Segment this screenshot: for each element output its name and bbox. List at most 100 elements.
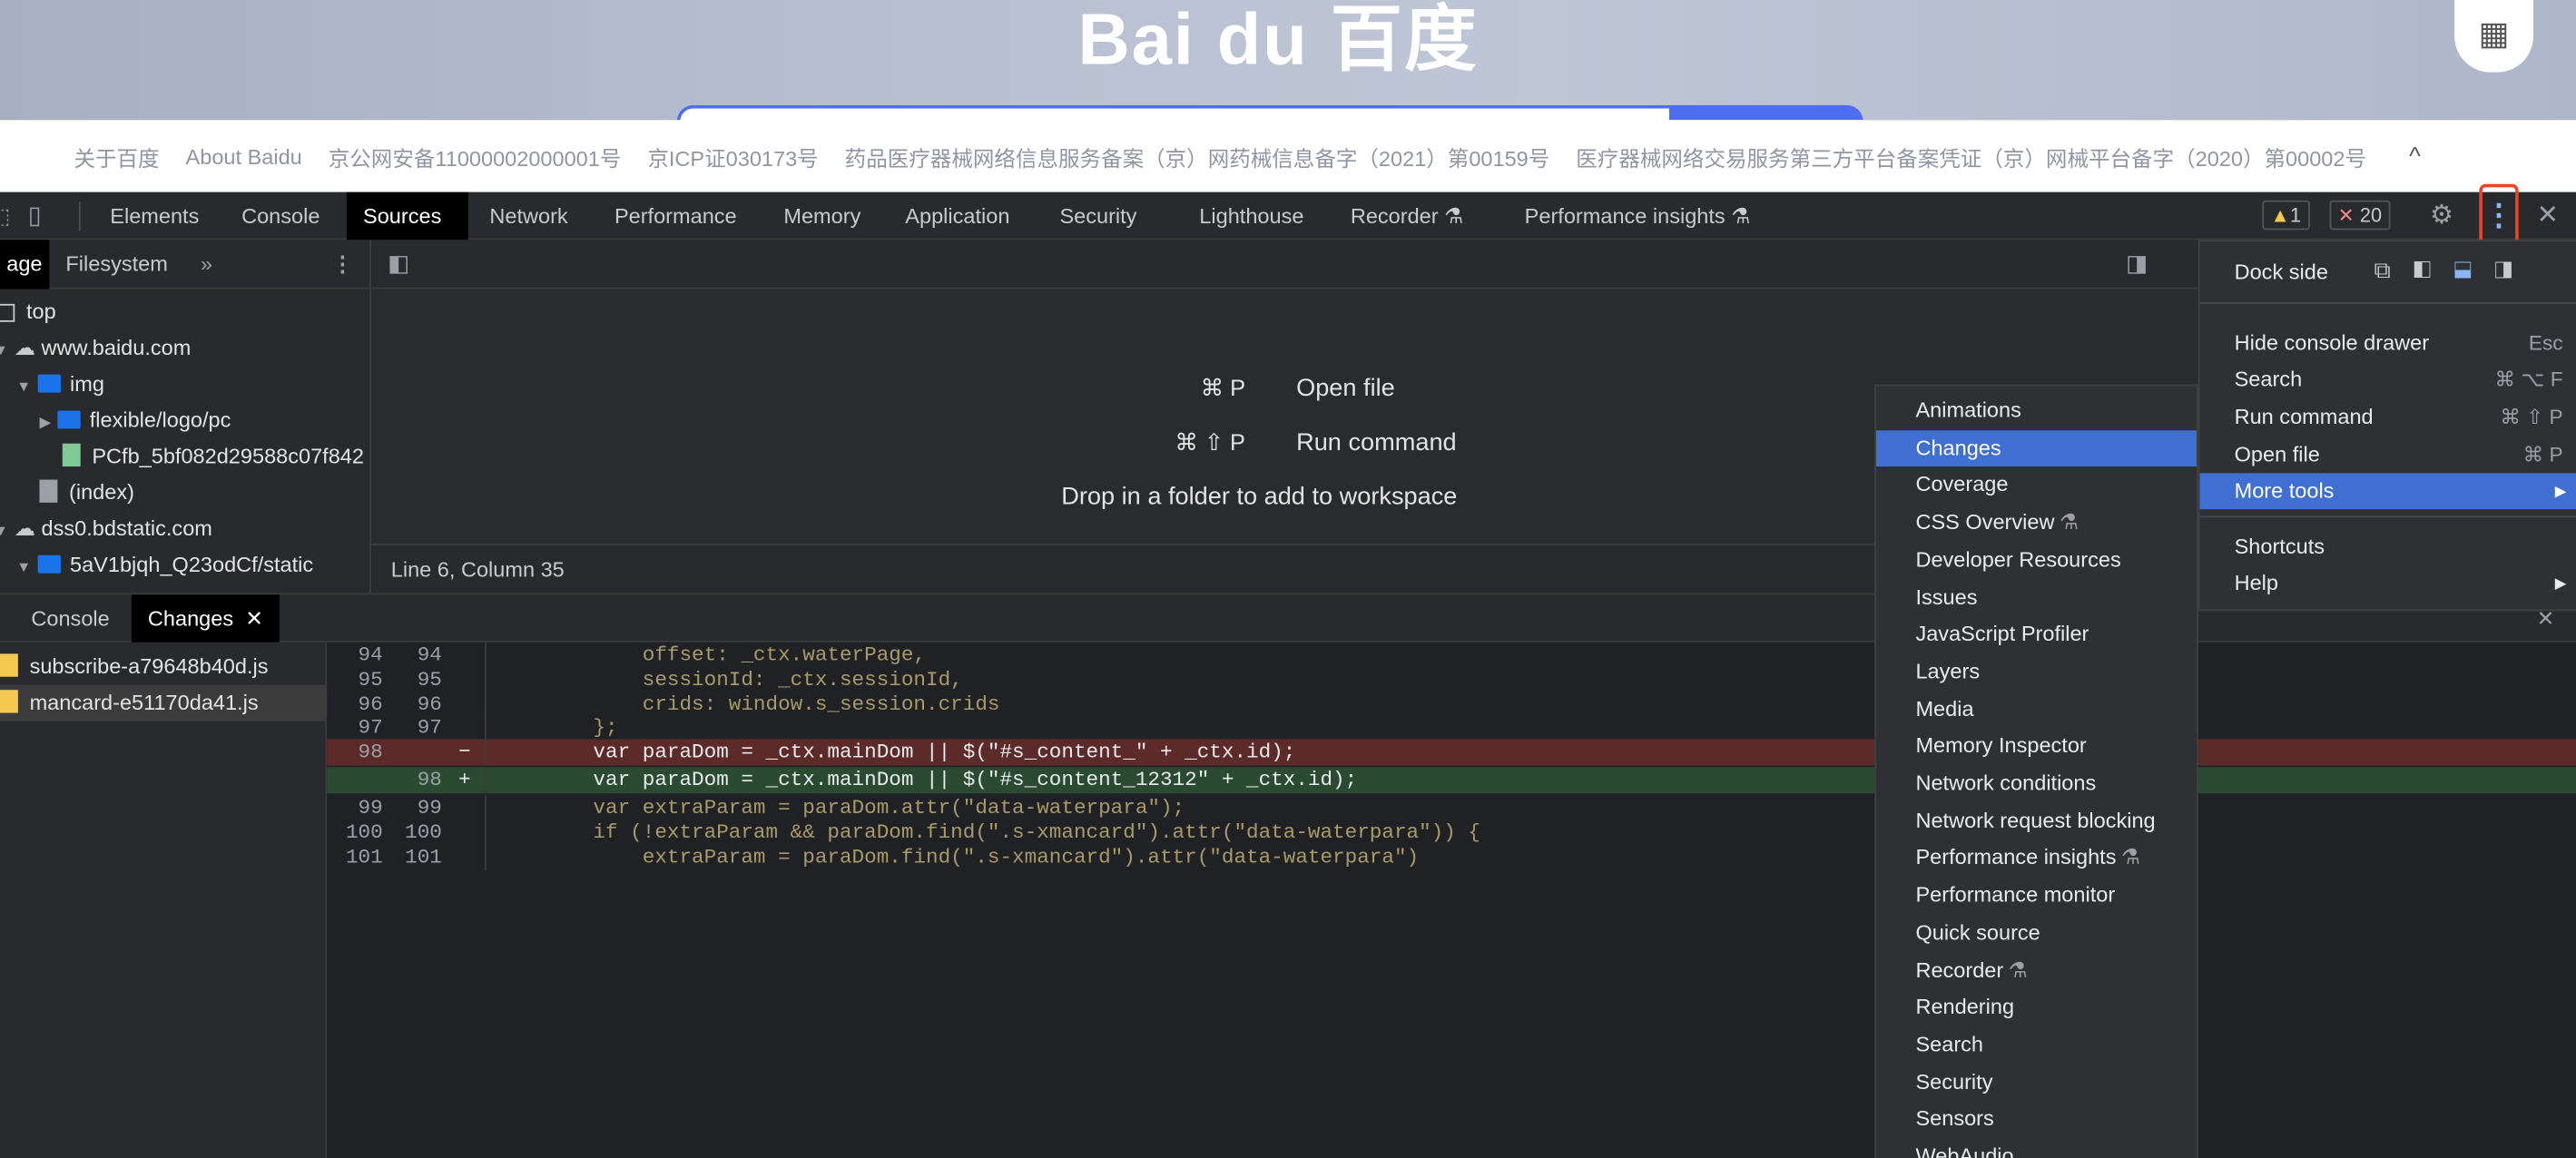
footer-link[interactable]: About Baidu: [186, 143, 302, 168]
submenu-item-media[interactable]: Media: [1876, 691, 2197, 727]
tab-console[interactable]: Console: [241, 192, 320, 240]
customize-menu-icon[interactable]: ⋮: [2479, 183, 2519, 247]
menu-item-hide-console-drawer[interactable]: Hide console drawer Esc: [2200, 325, 2576, 361]
toolbar-divider: [78, 201, 81, 232]
dock-bottom-icon[interactable]: ⬓: [2454, 256, 2495, 282]
tree-item-domain[interactable]: ▼ ☁ www.baidu.com: [0, 335, 191, 361]
menu-item-more-tools[interactable]: More tools ▶: [2199, 473, 2576, 510]
submenu-item-performance-insights[interactable]: Performance insights ⚗: [1876, 840, 2197, 877]
tree-item-file[interactable]: (index): [39, 479, 134, 505]
menu-item-help[interactable]: Help ▶: [2200, 565, 2576, 602]
submenu-item-network-conditions[interactable]: Network conditions: [1876, 765, 2197, 801]
qr-code-icon[interactable]: ▦: [2454, 0, 2534, 73]
tab-performance-insights[interactable]: Performance insights ⚗: [1525, 192, 1751, 240]
more-tabs-icon[interactable]: »: [201, 240, 212, 289]
editor-toolbar: [371, 240, 2206, 290]
list-item[interactable]: mancard-e51170da41.js: [0, 684, 328, 721]
close-icon[interactable]: ✕: [245, 606, 263, 631]
submenu-item-coverage[interactable]: Coverage: [1876, 467, 2197, 504]
submenu-item-label: Layers: [1915, 658, 1981, 683]
tree-item-top[interactable]: top: [0, 299, 56, 324]
diff-marker: −: [457, 741, 471, 764]
gutter-divider: [484, 795, 487, 821]
dock-right-icon[interactable]: ◨: [2494, 256, 2535, 282]
menu-item-run-command[interactable]: Run command ⌘ ⇧ P: [2200, 399, 2576, 436]
submenu-item-security[interactable]: Security: [1876, 1064, 2197, 1100]
flask-icon: ⚗: [1731, 203, 1751, 229]
tab-lighthouse[interactable]: Lighthouse: [1199, 192, 1303, 240]
tab-application[interactable]: Application: [905, 192, 1009, 240]
diff-row: 95 95 sessionId: _ctx.sessionId,: [327, 666, 2576, 693]
new-line-number: 101: [405, 846, 442, 869]
footer-link[interactable]: 医疗器械网络交易服务第三方平台备案凭证（京）网械平台备字（2020）第00002…: [1576, 141, 2366, 172]
footer-link[interactable]: 京公网安备11000002000001号: [329, 141, 622, 172]
footer-link[interactable]: 药品医疗器械网络信息服务备案（京）网药械信息备字（2021）第00159号: [845, 141, 1550, 172]
submenu-item-issues[interactable]: Issues: [1876, 579, 2197, 615]
tree-item-folder[interactable]: ▼ 5aV1bjqh_Q23odCf/static: [16, 552, 313, 576]
errors-badge[interactable]: ✕ 20: [2329, 200, 2391, 231]
tree-item-file[interactable]: PCfb_5bf082d29588c07f842: [62, 443, 364, 468]
tab-page[interactable]: age: [0, 240, 49, 290]
baidu-logo: Bai du 百度: [1077, 0, 1479, 81]
submenu-item-performance-monitor[interactable]: Performance monitor: [1876, 878, 2197, 914]
close-icon[interactable]: ✕: [2537, 192, 2559, 240]
submenu-item-label: Recorder: [1915, 957, 2004, 982]
tree-item-folder[interactable]: ▶ flexible/logo/pc: [39, 407, 231, 432]
old-line-number: 95: [358, 668, 383, 692]
footer-link[interactable]: 京ICP证030173号: [647, 141, 818, 172]
inspect-icon[interactable]: ⬚: [0, 192, 10, 240]
gutter-divider: [484, 844, 487, 871]
submenu-item-recorder[interactable]: Recorder ⚗: [1876, 952, 2197, 988]
tab-sources[interactable]: Sources: [346, 191, 468, 240]
menu-item-shortcuts[interactable]: Shortcuts: [2200, 529, 2576, 565]
submenu-item-css-overview[interactable]: CSS Overview ⚗: [1876, 505, 2197, 541]
menu-item-open-file[interactable]: Open file ⌘ P: [2200, 437, 2576, 473]
document-icon: [39, 479, 58, 503]
submenu-item-network-request-blocking[interactable]: Network request blocking: [1876, 803, 2197, 839]
drawer-tab-changes[interactable]: Changes ✕: [131, 594, 280, 644]
submenu-item-label: WebAudio: [1915, 1143, 2014, 1158]
submenu-item-animations[interactable]: Animations: [1876, 393, 2197, 429]
dock-left-icon[interactable]: ◧: [2414, 256, 2454, 282]
submenu-item-memory-inspector[interactable]: Memory Inspector: [1876, 728, 2197, 764]
old-line-number: 99: [358, 796, 383, 820]
menu-item-label: Search: [2234, 366, 2303, 391]
device-toolbar-icon[interactable]: ▯: [28, 192, 42, 240]
tab-network[interactable]: Network: [489, 192, 567, 240]
submenu-item-quick-source[interactable]: Quick source: [1876, 915, 2197, 951]
toggle-debugger-icon[interactable]: ◨: [2126, 250, 2148, 278]
toggle-navigator-icon[interactable]: ◧: [388, 250, 409, 278]
more-options-icon[interactable]: ⋮: [332, 240, 354, 289]
tab-security[interactable]: Security: [1059, 192, 1136, 240]
drawer-tab-console[interactable]: Console: [31, 594, 109, 643]
dock-side-label: Dock side: [2234, 259, 2328, 285]
submenu-item-developer-resources[interactable]: Developer Resources: [1876, 542, 2197, 578]
undock-icon[interactable]: ⧉: [2374, 256, 2413, 282]
footer-link[interactable]: 关于百度: [74, 141, 159, 172]
tab-memory[interactable]: Memory: [783, 192, 860, 240]
tab-filesystem[interactable]: Filesystem: [65, 240, 167, 289]
submenu-item-label: Network conditions: [1915, 770, 2097, 796]
tree-item-folder[interactable]: ▼ img: [16, 371, 104, 396]
chevron-up-icon[interactable]: ^: [2409, 142, 2421, 171]
submenu-item-webaudio[interactable]: WebAudio: [1876, 1138, 2197, 1158]
submenu-item-search[interactable]: Search: [1876, 1026, 2197, 1063]
submenu-item-sensors[interactable]: Sensors: [1876, 1101, 2197, 1137]
submenu-item-rendering[interactable]: Rendering: [1876, 989, 2197, 1026]
menu-item-search[interactable]: Search ⌘ ⌥ F: [2200, 361, 2576, 397]
tab-performance[interactable]: Performance: [615, 192, 737, 240]
diff-code: var paraDom = _ctx.mainDom || $("#s_cont…: [494, 769, 1358, 792]
tab-elements[interactable]: Elements: [110, 192, 199, 240]
navigator-pane: age Filesystem » ⋮ top ▼ ☁ www.baidu.com…: [0, 240, 372, 594]
tree-item-domain[interactable]: ▼ ☁ dss0.bdstatic.com: [0, 515, 212, 542]
list-item[interactable]: subscribe-a79648b40d.js: [0, 649, 327, 685]
submenu-item-label: Rendering: [1915, 994, 2015, 1019]
tree-item-label: 5aV1bjqh_Q23odCf/static: [70, 552, 314, 577]
submenu-item-javascript-profiler[interactable]: JavaScript Profiler: [1876, 616, 2197, 653]
submenu-item-changes[interactable]: Changes: [1876, 429, 2197, 466]
submenu-item-layers[interactable]: Layers: [1876, 653, 2197, 690]
gear-icon[interactable]: ⚙: [2430, 192, 2453, 240]
flask-icon: ⚗: [1444, 203, 1464, 229]
warnings-badge[interactable]: ▲1: [2262, 200, 2310, 231]
tab-recorder[interactable]: Recorder ⚗: [1351, 192, 1463, 240]
